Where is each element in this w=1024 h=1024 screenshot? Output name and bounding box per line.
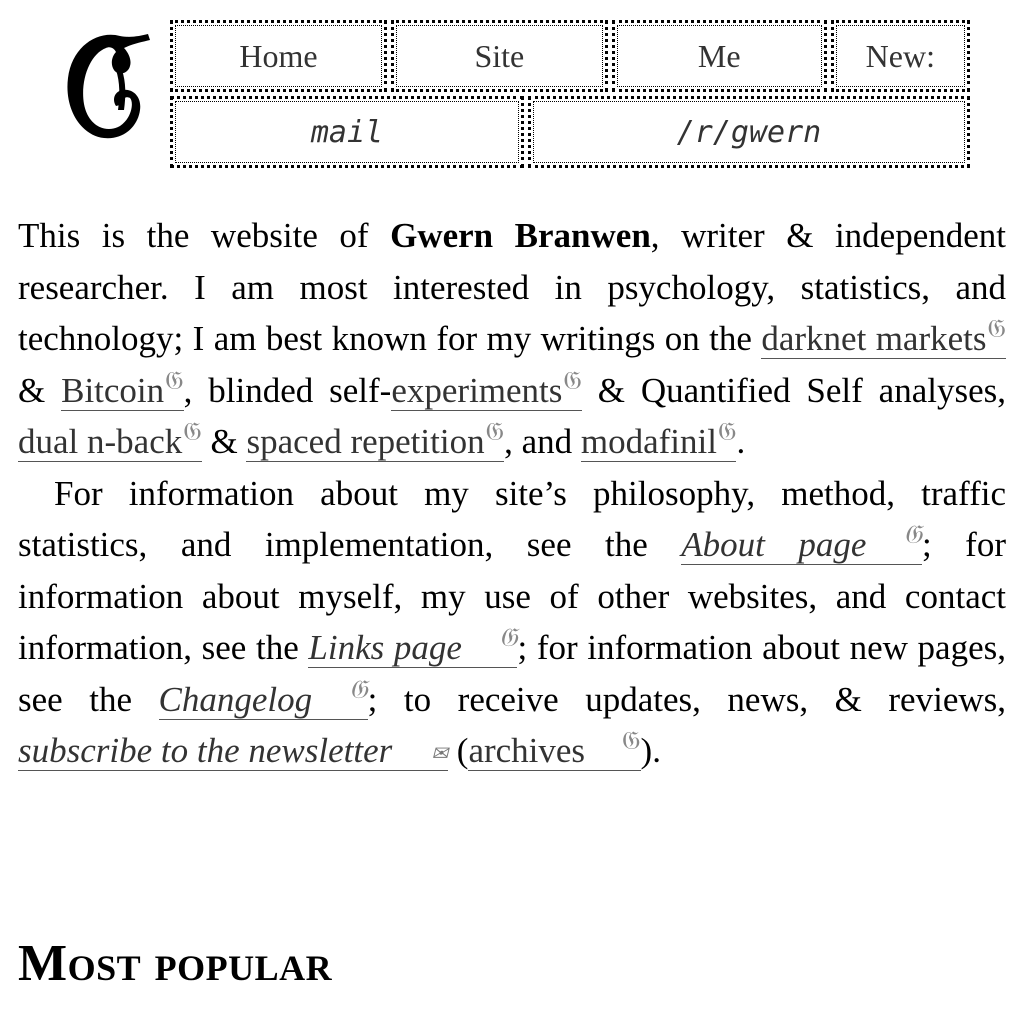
- intro-text: , and: [504, 422, 581, 461]
- intro-paragraph: This is the website of Gwern Branwen, wr…: [18, 210, 1006, 468]
- link-label: darknet markets: [761, 319, 987, 358]
- link-label: dual n-back: [18, 422, 183, 461]
- link-label: subscribe to the newsletter: [18, 731, 393, 770]
- link-label: Changelog: [158, 679, 313, 719]
- info-paragraph: For information about my site’s philosop…: [18, 468, 1006, 781]
- site-logo-icon[interactable]: [58, 26, 158, 146]
- info-text: ; to receive updates, news, & reviews,: [367, 679, 1006, 719]
- newsletter-subscribe-link[interactable]: subscribe to the newsletter ✉: [18, 731, 449, 771]
- nav-row-primary: Home Site Me New:: [170, 20, 970, 92]
- nav-reddit-link[interactable]: /r/gwern: [528, 96, 970, 168]
- dual-n-back-link[interactable]: dual n-back𝔊: [18, 419, 202, 462]
- nav-new-link[interactable]: New:: [830, 20, 970, 92]
- experiments-link[interactable]: experiments𝔊: [391, 368, 582, 411]
- link-label: Bitcoin: [61, 370, 165, 410]
- nav-home-link[interactable]: Home: [170, 20, 387, 92]
- intro-text: & Quantified Self analyses,: [581, 370, 1006, 410]
- most-popular-heading: Most popular: [18, 935, 333, 992]
- spaced-repetition-link[interactable]: spaced repetition𝔊: [246, 419, 505, 462]
- link-label: spaced repetition: [246, 422, 485, 461]
- nav-mail-link[interactable]: mail: [170, 96, 524, 168]
- links-page-link[interactable]: Links page 𝔊: [308, 625, 518, 668]
- intro-text: , blinded self-: [183, 370, 392, 410]
- intro-text: &: [201, 422, 247, 461]
- link-label: Links page: [308, 628, 462, 667]
- author-name: Gwern Branwen: [390, 216, 651, 255]
- intro-text: This is the website of: [18, 216, 391, 255]
- info-text: (: [448, 731, 469, 770]
- link-label: About page: [681, 525, 867, 564]
- info-text: ).: [640, 731, 661, 770]
- intro-text: &: [18, 370, 62, 410]
- top-navigation: Home Site Me New: mail /r/gwern: [170, 20, 970, 168]
- newsletter-archives-link[interactable]: archives 𝔊: [468, 728, 641, 771]
- envelope-icon: ✉: [431, 743, 449, 765]
- nav-me-link[interactable]: Me: [611, 20, 827, 92]
- link-label: modafinil: [580, 422, 717, 461]
- changelog-link[interactable]: Changelog 𝔊: [158, 677, 368, 720]
- bitcoin-link[interactable]: Bitcoin𝔊: [61, 368, 184, 411]
- nav-site-link[interactable]: Site: [390, 20, 608, 92]
- nav-row-secondary: mail /r/gwern: [170, 96, 970, 168]
- modafinil-link[interactable]: modafinil𝔊: [580, 419, 737, 462]
- about-page-link[interactable]: About page 𝔊: [681, 522, 922, 565]
- link-label: experiments: [391, 370, 563, 410]
- intro-text: .: [736, 422, 746, 461]
- page: Home Site Me New: mail /r/gwern This is …: [0, 0, 1024, 1024]
- intro-content: This is the website of Gwern Branwen, wr…: [18, 210, 1006, 781]
- darknet-markets-link[interactable]: darknet markets𝔊: [761, 316, 1006, 359]
- link-label: archives: [468, 731, 586, 770]
